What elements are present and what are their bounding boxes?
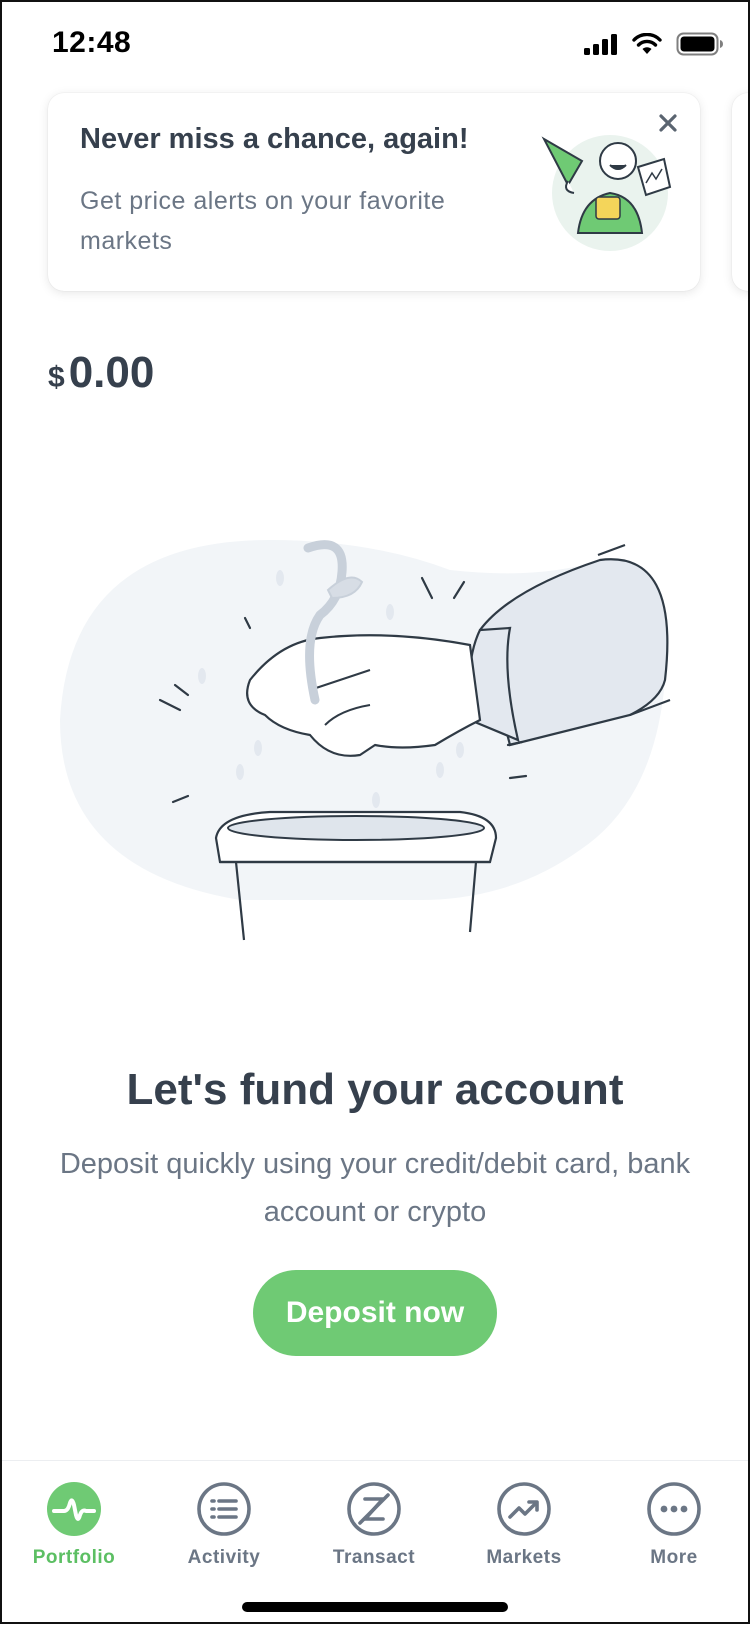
list-icon [197, 1482, 251, 1536]
promo-text: Get price alerts on your favorite market… [80, 187, 446, 255]
signal-icon [584, 34, 617, 55]
trending-up-icon [497, 1482, 551, 1536]
promo-title: Never miss a chance, again! [80, 123, 469, 155]
battery-icon [676, 32, 723, 56]
portfolio-balance: $ 0.00 [48, 348, 154, 398]
tab-label: Activity [187, 1547, 261, 1568]
empty-state-description: Deposit quickly using your credit/debit … [59, 1148, 691, 1228]
megaphone-illustration [541, 135, 672, 251]
next-promo-card[interactable] [732, 93, 750, 291]
tab-label: More [650, 1547, 698, 1568]
deposit-now-button[interactable]: Deposit now [253, 1270, 497, 1356]
planting-hand-illustration [60, 540, 671, 941]
home-indicator[interactable] [242, 1602, 508, 1612]
status-time: 12:48 [52, 26, 132, 59]
tab-label: Portfolio [32, 1547, 116, 1568]
empty-state-title: Let's fund your account [126, 1065, 624, 1114]
price-alert-promo-card[interactable]: Never miss a chance, again! Get price al… [48, 93, 700, 291]
bottom-tab-bar: Portfolio Activity Transact Markets More [0, 1460, 750, 1625]
status-icons [584, 32, 724, 56]
tab-activity[interactable]: Activity [164, 1481, 284, 1569]
status-bar: 12:48 [0, 0, 750, 90]
balance-currency: $ [48, 361, 65, 394]
wifi-icon [632, 33, 662, 54]
tab-label: Transact [332, 1547, 416, 1568]
transact-icon [347, 1482, 401, 1536]
more-icon [647, 1482, 701, 1536]
balance-amount: 0.00 [68, 348, 155, 397]
pulse-icon [47, 1482, 101, 1536]
tab-portfolio[interactable]: Portfolio [14, 1481, 134, 1569]
tab-label: Markets [486, 1547, 562, 1568]
tab-transact[interactable]: Transact [314, 1481, 434, 1569]
tab-more[interactable]: More [614, 1481, 734, 1569]
tab-markets[interactable]: Markets [464, 1481, 584, 1569]
